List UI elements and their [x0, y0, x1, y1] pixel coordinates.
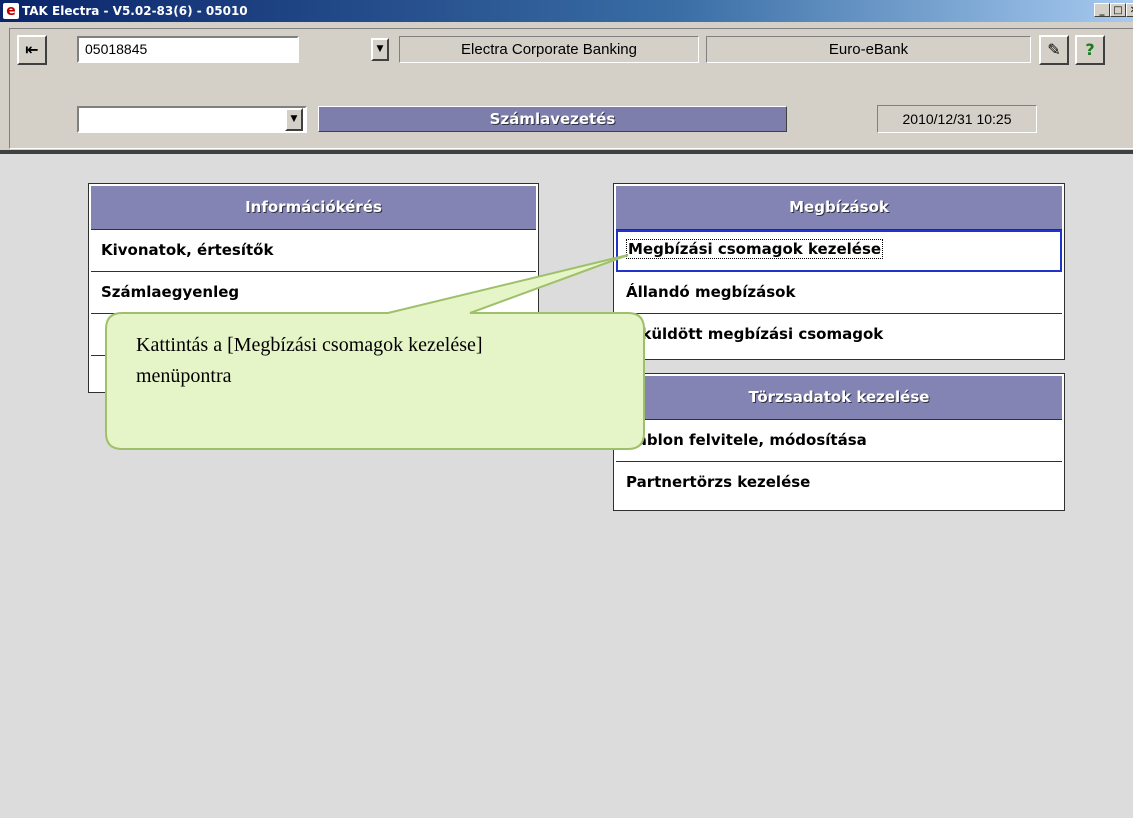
callout-bubble [105, 254, 645, 450]
app-window: e TAK Electra - V5.02-83(6) - 05010 _ □ … [0, 0, 1133, 818]
callout-line-1: Kattintás a [Megbízási csomagok kezelése… [136, 334, 483, 356]
callout-line-2: menüpontra [136, 365, 232, 387]
callout-text: Kattintás a [Megbízási csomagok kezelése… [136, 330, 616, 392]
